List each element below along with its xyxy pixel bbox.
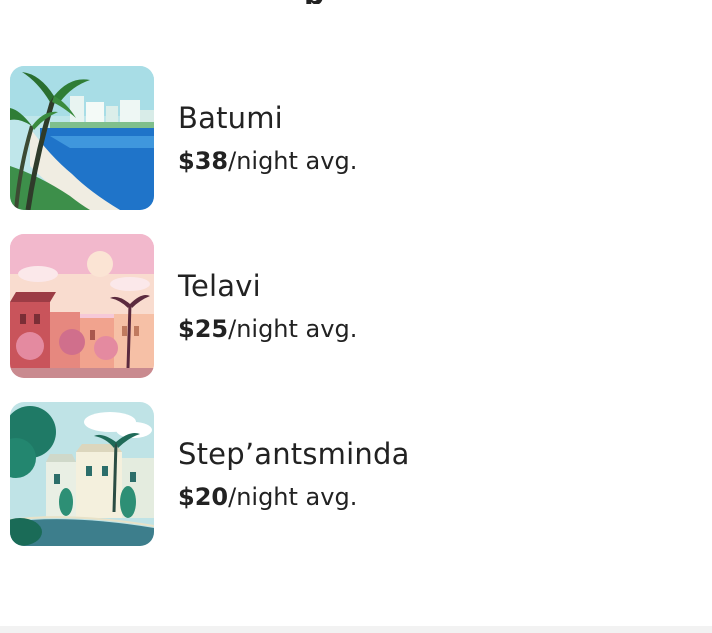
destination-name: Batumi <box>178 101 283 135</box>
price-amount: $20 <box>178 483 229 511</box>
destination-price: $25/night avg. <box>178 314 357 344</box>
price-amount: $38 <box>178 147 229 175</box>
pink-town-sunset-illustration <box>10 234 154 378</box>
price-amount: $25 <box>178 315 229 343</box>
price-suffix: /night avg. <box>228 147 358 175</box>
destination-item-telavi[interactable]: Telavi $25/night avg. <box>10 234 610 378</box>
destination-item-stepantsminda[interactable]: Step’antsminda $20/night avg. <box>10 402 610 546</box>
destination-text: Step’antsminda $20/night avg. <box>178 436 410 512</box>
price-suffix: /night avg. <box>228 315 358 343</box>
destinations-page: p <box>0 0 712 633</box>
price-suffix: /night avg. <box>228 483 358 511</box>
teal-street-illustration <box>10 402 154 546</box>
destination-name: Step’antsminda <box>178 437 410 471</box>
beach-palm-illustration <box>10 66 154 210</box>
destination-price: $20/night avg. <box>178 482 410 512</box>
footer-divider <box>0 626 712 633</box>
destination-price: $38/night avg. <box>178 146 357 176</box>
section-heading-text: p <box>304 0 324 4</box>
destination-name: Telavi <box>178 269 261 303</box>
destination-item-batumi[interactable]: Batumi $38/night avg. <box>10 66 610 210</box>
section-heading: p <box>0 0 712 4</box>
destination-text: Telavi $25/night avg. <box>178 268 357 344</box>
destination-text: Batumi $38/night avg. <box>178 100 357 176</box>
